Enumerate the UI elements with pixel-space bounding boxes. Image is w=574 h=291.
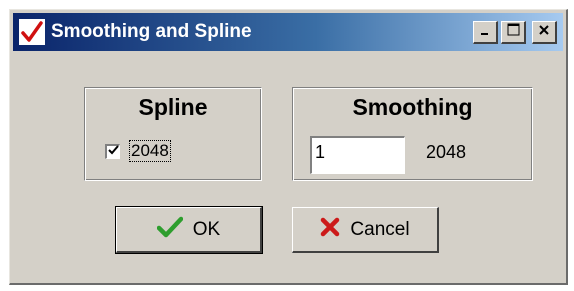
maximize-icon xyxy=(507,23,520,41)
spline-checkbox[interactable] xyxy=(105,144,120,159)
spline-checkbox-label[interactable]: 2048 xyxy=(129,140,171,162)
smoothing-value-label: 2048 xyxy=(426,142,467,162)
dialog-window: Smoothing and Spline Spline 2048 Smoothi… xyxy=(9,9,568,285)
spline-group: Spline 2048 xyxy=(84,87,262,181)
minimize-button[interactable] xyxy=(473,21,498,44)
red-x-icon xyxy=(320,217,340,243)
maximize-button[interactable] xyxy=(501,21,526,44)
title-bar-buttons xyxy=(473,21,557,44)
ok-button[interactable]: OK xyxy=(115,206,263,254)
title-bar[interactable]: Smoothing and Spline xyxy=(13,13,563,51)
minimize-icon xyxy=(479,23,491,41)
window-title: Smoothing and Spline xyxy=(51,21,252,42)
close-button[interactable] xyxy=(532,21,557,44)
cancel-button[interactable]: Cancel xyxy=(292,207,439,253)
close-icon xyxy=(538,23,550,41)
green-check-icon xyxy=(156,216,184,244)
spline-group-title: Spline xyxy=(138,94,208,120)
smoothing-input[interactable]: 1 xyxy=(310,136,405,174)
smoothing-group-title: Smoothing xyxy=(352,94,473,120)
smoothing-group: Smoothing 1 2048 xyxy=(292,87,533,181)
cancel-button-label: Cancel xyxy=(350,218,410,240)
checkmark-icon xyxy=(107,143,119,161)
red-check-icon[interactable] xyxy=(19,19,45,45)
ok-button-label: OK xyxy=(192,218,221,240)
